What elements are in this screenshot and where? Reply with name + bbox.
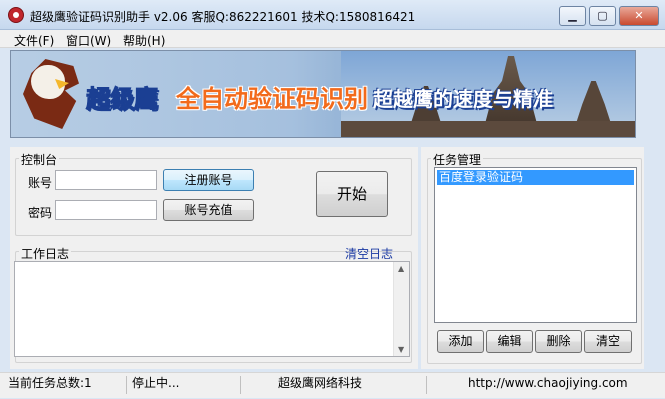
status-divider xyxy=(426,376,427,394)
edit-task-button[interactable]: 编辑 xyxy=(486,330,533,353)
menu-help[interactable]: 帮助(H) xyxy=(123,32,165,49)
task-list[interactable]: 百度登录验证码 xyxy=(434,167,637,323)
work-log-textarea[interactable]: ▲ ▼ xyxy=(14,261,410,357)
status-company: 超级鹰网络科技 xyxy=(278,376,363,390)
status-url[interactable]: http://www.chaojiying.com xyxy=(464,373,628,399)
log-scrollbar[interactable]: ▲ ▼ xyxy=(393,262,409,356)
password-input[interactable] xyxy=(55,200,157,220)
close-button[interactable]: ✕ xyxy=(619,6,659,26)
app-logo-icon xyxy=(8,7,24,23)
start-button[interactable]: 开始 xyxy=(316,171,388,217)
banner-slogan-main: 全自动验证码识别 xyxy=(176,85,368,113)
log-group-label: 工作日志 xyxy=(19,245,72,262)
scroll-up-icon[interactable]: ▲ xyxy=(398,264,404,273)
console-group-label: 控制台 xyxy=(19,151,60,168)
register-account-button[interactable]: 注册账号 xyxy=(163,169,254,191)
status-divider xyxy=(240,376,241,394)
list-item[interactable]: 百度登录验证码 xyxy=(437,170,634,185)
add-task-button[interactable]: 添加 xyxy=(437,330,484,353)
menu-file[interactable]: 文件(F) xyxy=(14,32,54,49)
clear-log-link[interactable]: 清空日志 xyxy=(345,245,393,262)
minimize-button[interactable]: ▁ xyxy=(559,6,586,26)
status-divider xyxy=(126,376,127,394)
menu-window[interactable]: 窗口(W) xyxy=(66,32,111,49)
banner-slogan-secondary: 超越鹰的速度与精准 xyxy=(373,87,553,111)
title-bar: 超级鹰验证码识别助手 v2.06 客服Q:862221601 技术Q:15808… xyxy=(0,0,665,30)
banner-image: 超级鹰 全自动验证码识别 超越鹰的速度与精准 xyxy=(10,50,636,138)
maximize-button[interactable]: ▢ xyxy=(589,6,616,26)
delete-task-button[interactable]: 删除 xyxy=(535,330,582,353)
status-state: 停止中... xyxy=(132,376,180,390)
banner-brand: 超级鹰 xyxy=(86,85,159,114)
task-group-label: 任务管理 xyxy=(431,151,484,168)
status-bar: 当前任务总数:1 停止中... 超级鹰网络科技 http://www.chaoj… xyxy=(0,372,665,398)
banner-ground xyxy=(341,121,635,137)
scroll-down-icon[interactable]: ▼ xyxy=(398,345,404,354)
menu-bar: 文件(F) 窗口(W) 帮助(H) xyxy=(0,30,665,48)
recharge-account-button[interactable]: 账号充值 xyxy=(163,199,254,221)
account-label: 账号 xyxy=(28,176,53,190)
window-title: 超级鹰验证码识别助手 v2.06 客服Q:862221601 技术Q:15808… xyxy=(30,10,416,24)
status-task-count: 当前任务总数:1 xyxy=(8,376,92,390)
password-label: 密码 xyxy=(28,206,53,220)
account-input[interactable] xyxy=(55,170,157,190)
clear-tasks-button[interactable]: 清空 xyxy=(584,330,632,353)
